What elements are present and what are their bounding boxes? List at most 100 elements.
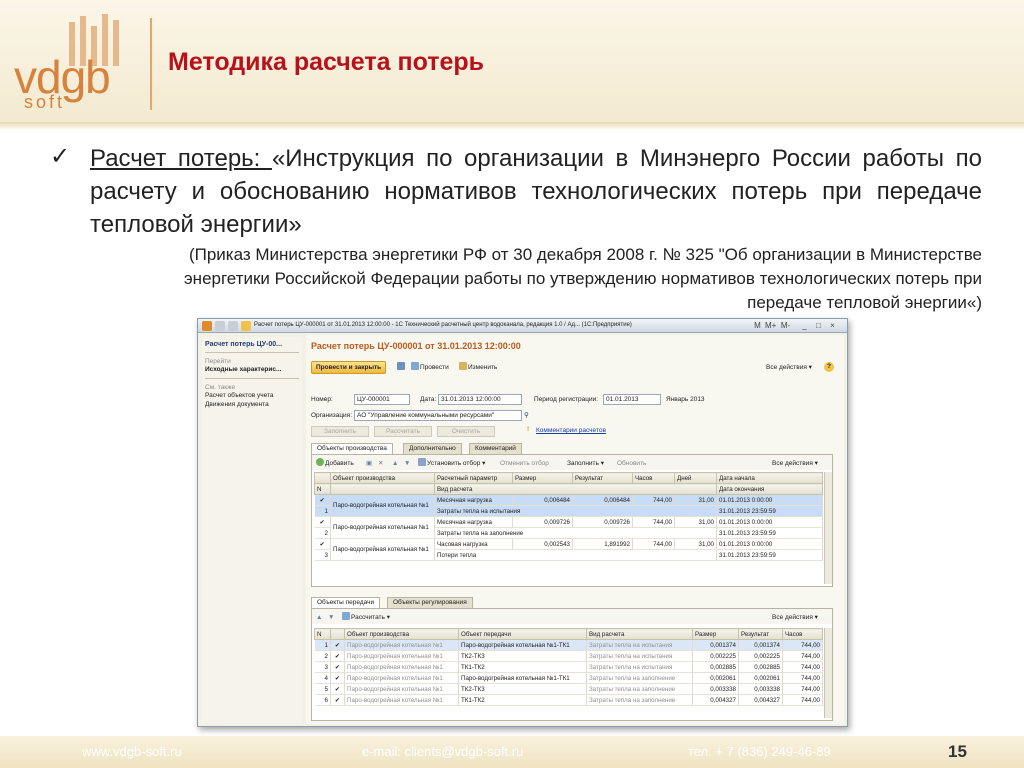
copy-icon[interactable]: ▣ (366, 458, 372, 469)
row-check[interactable]: ✔ (314, 538, 331, 550)
nav-item-source-data[interactable]: Исходные характерис... (202, 365, 302, 374)
delete-icon[interactable]: ✕ (378, 458, 383, 469)
row-check[interactable]: ✔ (330, 639, 345, 651)
production-all-actions[interactable]: Все действия ▾ (772, 458, 818, 469)
col-header[interactable]: Вид расчета (586, 628, 693, 640)
move-up-icon[interactable]: ▲ (316, 612, 322, 623)
number-field[interactable]: ЦУ-000001 (354, 394, 410, 405)
row-check[interactable]: ✔ (330, 661, 345, 673)
col-header[interactable]: Размер (512, 472, 573, 484)
tab-transfer-objects[interactable]: Объекты передачи (311, 597, 381, 608)
footer-site[interactable]: www.vdgb-soft.ru (82, 744, 182, 759)
col-header[interactable] (330, 628, 345, 640)
refresh-button[interactable]: Обновить (617, 458, 646, 469)
tab-additional[interactable]: Дополнительно (403, 443, 462, 454)
col-header[interactable]: N (314, 483, 331, 495)
col-header[interactable] (330, 483, 435, 495)
post-and-close-button[interactable]: Провести и закрыть (311, 361, 387, 374)
transfer-tabs: Объекты передачи Объекты регулирования (311, 597, 611, 608)
row-check[interactable]: ✔ (330, 683, 345, 695)
cell-transfer-object: ТК2-ТК3 (458, 683, 587, 695)
calculate-button[interactable]: Рассчитать (374, 426, 432, 437)
col-header[interactable] (314, 472, 331, 484)
window-titlebar[interactable]: Расчет потерь ЦУ-000001 от 31.01.2013 12… (198, 319, 847, 333)
period-text: Январь 2013 (666, 396, 705, 403)
fill-button[interactable]: Заполнить (311, 426, 369, 437)
memory-plus-button[interactable]: M+ (765, 321, 776, 331)
tab-comment[interactable]: Комментарий (469, 443, 522, 454)
col-header[interactable]: Часов (632, 472, 675, 484)
col-header[interactable]: Дата начала (716, 472, 823, 484)
tab-production-objects[interactable]: Объекты производства (311, 443, 393, 454)
fill-menu[interactable]: Заполнить ▾ (567, 458, 604, 469)
calculate-menu[interactable]: Рассчитать ▾ (342, 612, 390, 623)
transfer-scrollbar[interactable] (824, 628, 832, 718)
lead-underlined: Расчет потерь: (90, 145, 272, 172)
organization-field[interactable]: АО "Управление коммунальными ресурсами" (354, 410, 522, 421)
table-row[interactable]: 3 ✔ Паро-водогрейная котельная №1 ТК1-ТК… (314, 661, 823, 673)
all-actions-menu[interactable]: Все действия ▾ (766, 362, 812, 373)
row-check[interactable]: ✔ (330, 694, 345, 706)
minimize-button[interactable]: _ (799, 321, 810, 331)
maximize-button[interactable]: □ (813, 321, 824, 331)
menu-icon[interactable] (215, 321, 225, 331)
table-row[interactable]: ✔ Паро-водогрейная котельная №1 Месячная… (314, 494, 823, 517)
footer-email[interactable]: e-mail: clients@vdgb-soft.ru (362, 744, 523, 759)
move-up-icon[interactable]: ▲ (392, 458, 398, 469)
col-header[interactable]: Дней (674, 472, 717, 484)
cell-param: Месячная нагрузка (434, 516, 513, 528)
clear-button[interactable]: Очистить (437, 426, 495, 437)
memory-button[interactable]: M (752, 321, 763, 331)
row-check[interactable]: ✔ (314, 494, 331, 506)
change-button[interactable]: Изменить (459, 362, 497, 373)
period-field[interactable]: 01.01.2013 (603, 394, 661, 405)
help-icon[interactable]: ? (824, 362, 834, 372)
col-header[interactable]: Дата окончания (716, 483, 823, 495)
row-check[interactable]: ✔ (330, 672, 345, 684)
col-header[interactable]: Объект производства (344, 628, 459, 640)
table-row[interactable]: 6 ✔ Паро-водогрейная котельная №1 ТК1-ТК… (314, 694, 823, 706)
nav-item-doc-movements[interactable]: Движения документа (202, 400, 302, 409)
cell-transfer-object: Паро-водогрейная котельная №1-ТК1 (458, 639, 587, 651)
favorite-icon[interactable] (241, 321, 251, 331)
row-number: 2 (314, 527, 331, 539)
col-header[interactable]: Размер (692, 628, 739, 640)
col-header[interactable]: Объект передачи (458, 628, 587, 640)
cancel-filter-button[interactable]: Отменить отбор (500, 458, 549, 469)
tab-regulation-objects[interactable]: Объекты регулирования (387, 597, 473, 608)
back-icon[interactable] (228, 321, 238, 331)
search-icon[interactable]: ⚲ (524, 411, 529, 419)
move-down-icon[interactable]: ▼ (404, 458, 410, 469)
col-header[interactable]: Вид расчета (434, 483, 717, 495)
set-filter-button[interactable]: Установить отбор ▾ (418, 458, 485, 469)
move-down-icon[interactable]: ▼ (328, 612, 334, 623)
save-icon[interactable] (397, 362, 406, 373)
table-row[interactable]: 5 ✔ Паро-водогрейная котельная №1 ТК2-ТК… (314, 683, 823, 695)
table-row[interactable]: ✔ Паро-водогрейная котельная №1 Часовая … (314, 538, 823, 561)
row-check[interactable]: ✔ (314, 516, 331, 528)
production-scrollbar[interactable] (824, 472, 832, 584)
col-header[interactable]: N (314, 628, 331, 640)
cell-object: Паро-водогрейная котельная №1 (330, 494, 435, 517)
col-header[interactable]: Объект производства (330, 472, 435, 484)
col-header[interactable]: Результат (738, 628, 783, 640)
table-row[interactable]: ✔ Паро-водогрейная котельная №1 Месячная… (314, 516, 823, 539)
col-header[interactable]: Часов (782, 628, 823, 640)
table-row[interactable]: 4 ✔ Паро-водогрейная котельная №1 Паро-в… (314, 672, 823, 684)
cell-result: 0,006484 (572, 494, 633, 506)
add-button[interactable]: Добавить (316, 458, 354, 469)
date-field[interactable]: 31.01.2013 12:00:00 (438, 394, 522, 405)
transfer-all-actions[interactable]: Все действия ▾ (772, 612, 818, 623)
close-button[interactable]: × (827, 321, 838, 331)
cell-result: 0,002061 (738, 672, 783, 684)
col-header[interactable]: Результат (572, 472, 633, 484)
table-row[interactable]: 1 ✔ Паро-водогрейная котельная №1 Паро-в… (314, 639, 823, 651)
post-button[interactable]: Провести (411, 362, 449, 373)
app-icon[interactable] (202, 321, 212, 331)
comments-link[interactable]: Комментарии расчетов (536, 427, 606, 434)
row-check[interactable]: ✔ (330, 650, 345, 662)
table-row[interactable]: 2 ✔ Паро-водогрейная котельная №1 ТК2-ТК… (314, 650, 823, 662)
col-header[interactable]: Расчетный параметр (434, 472, 513, 484)
nav-item-meter-calc[interactable]: Расчет объектов учета (202, 391, 302, 400)
memory-minus-button[interactable]: M- (780, 321, 791, 331)
